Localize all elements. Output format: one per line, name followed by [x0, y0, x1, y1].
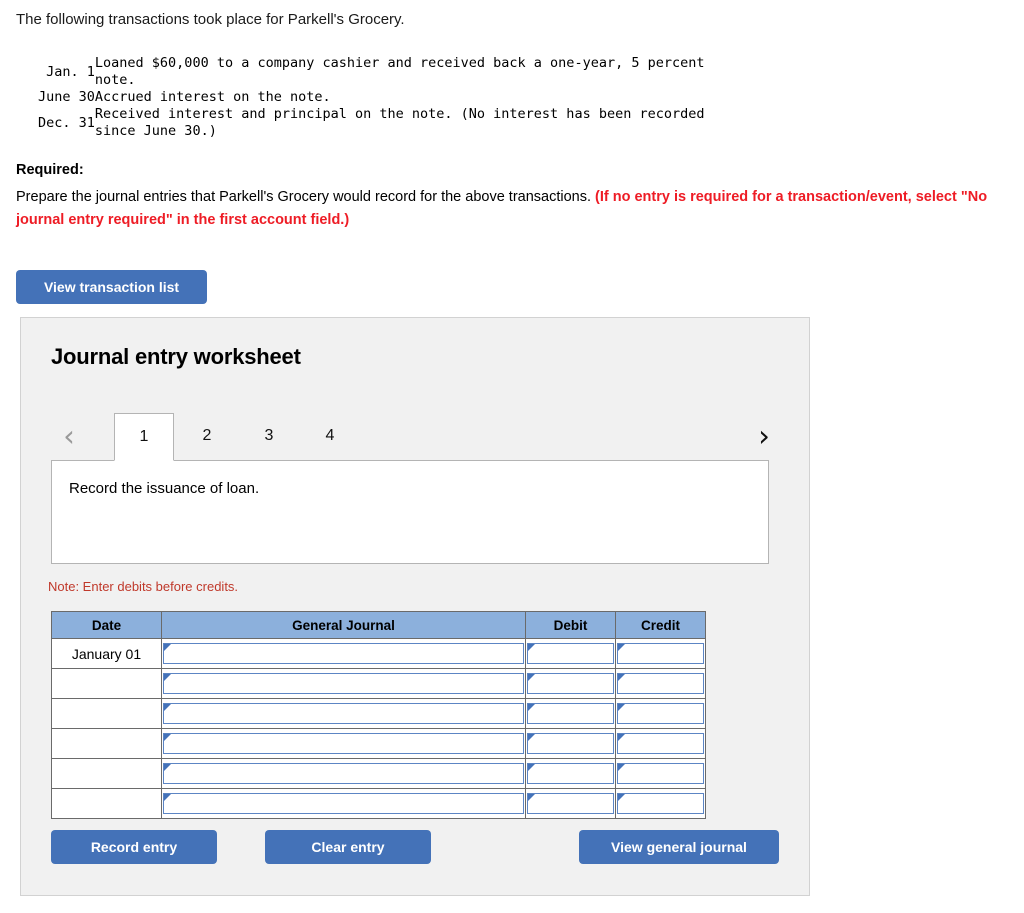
required-label: Required: [16, 162, 84, 178]
cell-credit[interactable] [615, 698, 706, 729]
view-general-journal-button[interactable]: View general journal [579, 830, 779, 864]
transaction-row: Jan. 1 Loaned $60,000 to a company cashi… [38, 55, 704, 89]
journal-header-row: Date General Journal Debit Credit [51, 611, 706, 639]
transaction-row: June 30 Accrued interest on the note. [38, 89, 704, 106]
cell-general-journal[interactable] [161, 728, 526, 759]
account-input[interactable] [163, 703, 524, 724]
account-input[interactable] [163, 793, 524, 814]
clear-entry-button[interactable]: Clear entry [265, 830, 431, 864]
column-header-credit: Credit [615, 611, 706, 639]
debits-before-credits-note: Note: Enter debits before credits. [48, 579, 239, 594]
journal-entry-worksheet-panel: Journal entry worksheet ‹ 1 2 3 4 › Reco… [20, 317, 810, 896]
cell-general-journal[interactable] [161, 668, 526, 699]
cell-date: January 01 [51, 638, 162, 669]
required-body: Prepare the journal entries that Parkell… [16, 186, 1011, 232]
intro-text: The following transactions took place fo… [16, 11, 405, 28]
prev-entry-chevron-icon[interactable]: ‹ [54, 419, 84, 453]
credit-input[interactable] [617, 793, 704, 814]
view-transaction-list-button[interactable]: View transaction list [16, 270, 207, 304]
cell-debit[interactable] [525, 758, 616, 789]
table-row [51, 698, 706, 729]
transaction-date: Jan. 1 [46, 63, 95, 80]
worksheet-tab-1[interactable]: 1 [114, 413, 174, 461]
cell-credit[interactable] [615, 728, 706, 759]
cell-general-journal[interactable] [161, 638, 526, 669]
cell-date [51, 728, 162, 759]
cell-general-journal[interactable] [161, 788, 526, 819]
worksheet-tab-3[interactable]: 3 [253, 413, 285, 459]
credit-input[interactable] [617, 643, 704, 664]
cell-debit[interactable] [525, 638, 616, 669]
account-input[interactable] [163, 763, 524, 784]
journal-table-head: Date General Journal Debit Credit [51, 611, 706, 639]
table-row [51, 728, 706, 759]
record-entry-button[interactable]: Record entry [51, 830, 217, 864]
worksheet-tab-2[interactable]: 2 [191, 413, 223, 459]
worksheet-tab-4[interactable]: 4 [314, 413, 346, 459]
debit-input[interactable] [527, 763, 614, 784]
worksheet-action-buttons: Record entry Clear entry View general jo… [21, 830, 809, 870]
worksheet-title: Journal entry worksheet [51, 344, 301, 369]
transaction-row: Dec. 31 Received interest and principal … [38, 106, 704, 140]
account-input[interactable] [163, 673, 524, 694]
transaction-description: Received interest and principal on the n… [94, 106, 705, 139]
debit-input[interactable] [527, 733, 614, 754]
cell-date [51, 698, 162, 729]
column-header-date: Date [51, 611, 162, 639]
transaction-description: Accrued interest on the note. [94, 89, 331, 105]
credit-input[interactable] [617, 673, 704, 694]
transaction-date: Dec. 31 [38, 114, 95, 131]
next-entry-chevron-icon[interactable]: › [749, 419, 779, 453]
cell-credit[interactable] [615, 758, 706, 789]
table-row [51, 668, 706, 699]
cell-date [51, 788, 162, 819]
debit-input[interactable] [527, 643, 614, 664]
transaction-date: June 30 [38, 89, 95, 105]
cell-date [51, 668, 162, 699]
table-row: January 01 [51, 638, 706, 669]
entry-description-box: Record the issuance of loan. [51, 460, 769, 564]
column-header-debit: Debit [525, 611, 616, 639]
transaction-description: Loaned $60,000 to a company cashier and … [94, 55, 705, 88]
journal-entry-table: Date General Journal Debit Credit Januar… [51, 611, 706, 819]
cell-credit[interactable] [615, 668, 706, 699]
cell-credit[interactable] [615, 638, 706, 669]
cell-general-journal[interactable] [161, 758, 526, 789]
table-row [51, 758, 706, 789]
journal-table-body: January 01 [51, 638, 706, 819]
required-body-plain: Prepare the journal entries that Parkell… [16, 189, 596, 205]
credit-input[interactable] [617, 733, 704, 754]
cell-credit[interactable] [615, 788, 706, 819]
cell-debit[interactable] [525, 728, 616, 759]
cell-date [51, 758, 162, 789]
credit-input[interactable] [617, 763, 704, 784]
debit-input[interactable] [527, 703, 614, 724]
debit-input[interactable] [527, 673, 614, 694]
cell-debit[interactable] [525, 788, 616, 819]
transaction-list: Jan. 1 Loaned $60,000 to a company cashi… [38, 55, 704, 140]
table-row [51, 788, 706, 819]
account-input[interactable] [163, 643, 524, 664]
entry-description-text: Record the issuance of loan. [69, 480, 260, 497]
debit-input[interactable] [527, 793, 614, 814]
cell-general-journal[interactable] [161, 698, 526, 729]
worksheet-tabstrip: ‹ 1 2 3 4 › [21, 411, 809, 461]
column-header-general-journal: General Journal [161, 611, 526, 639]
credit-input[interactable] [617, 703, 704, 724]
account-input[interactable] [163, 733, 524, 754]
cell-debit[interactable] [525, 698, 616, 729]
cell-debit[interactable] [525, 668, 616, 699]
transaction-list-body: Jan. 1 Loaned $60,000 to a company cashi… [38, 55, 704, 140]
